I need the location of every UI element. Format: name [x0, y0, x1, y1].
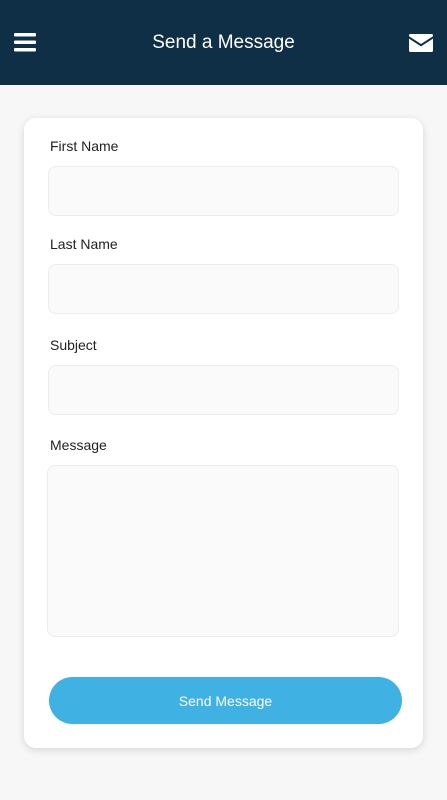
- subject-input[interactable]: [48, 365, 399, 415]
- last-name-input[interactable]: [48, 264, 399, 314]
- app-header: Send a Message: [0, 0, 447, 85]
- envelope-icon: [409, 34, 433, 52]
- message-textarea[interactable]: [47, 465, 399, 637]
- first-name-label: First Name: [50, 138, 119, 154]
- subject-label: Subject: [50, 337, 97, 353]
- message-label: Message: [50, 437, 107, 453]
- mail-button[interactable]: [409, 34, 433, 52]
- send-message-button[interactable]: Send Message: [49, 677, 402, 724]
- page-title: Send a Message: [152, 32, 295, 53]
- message-form-card: First Name Last Name Subject Message Sen…: [24, 118, 423, 748]
- first-name-input[interactable]: [48, 166, 399, 216]
- last-name-label: Last Name: [50, 236, 118, 252]
